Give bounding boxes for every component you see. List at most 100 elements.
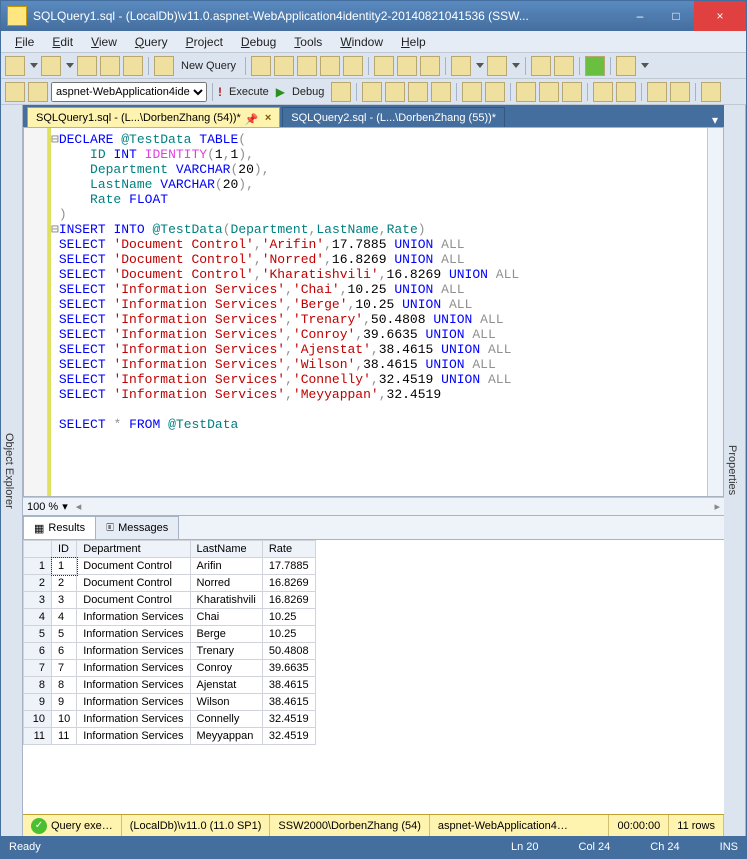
row-number[interactable]: 1 bbox=[24, 558, 52, 575]
table-row[interactable]: 66Information ServicesTrenary50.4808 bbox=[24, 643, 316, 660]
table-row[interactable]: 88Information ServicesAjenstat38.4615 bbox=[24, 677, 316, 694]
fold-icon[interactable]: ⊟ bbox=[51, 132, 59, 147]
save-all-icon[interactable] bbox=[123, 56, 143, 76]
redo-icon[interactable] bbox=[487, 56, 507, 76]
cell[interactable]: 6 bbox=[52, 643, 77, 660]
menu-tools[interactable]: Tools bbox=[286, 33, 330, 51]
cell[interactable]: Meyyappan bbox=[190, 728, 262, 745]
save-icon[interactable] bbox=[100, 56, 120, 76]
menu-file[interactable]: File bbox=[7, 33, 42, 51]
cell[interactable]: 5 bbox=[52, 626, 77, 643]
tab-close-icon[interactable]: × bbox=[265, 112, 271, 124]
cell[interactable]: 8 bbox=[52, 677, 77, 694]
cell[interactable]: 16.8269 bbox=[262, 592, 315, 609]
pin-icon[interactable]: 📌 bbox=[245, 113, 255, 123]
minimize-button[interactable]: – bbox=[622, 1, 658, 31]
indent-icon[interactable] bbox=[647, 82, 667, 102]
cell[interactable]: 39.6635 bbox=[262, 660, 315, 677]
cell[interactable]: Document Control bbox=[77, 558, 190, 575]
cell[interactable]: Information Services bbox=[77, 660, 190, 677]
row-number[interactable]: 11 bbox=[24, 728, 52, 745]
cell[interactable]: 10 bbox=[52, 711, 77, 728]
change-connection-icon[interactable] bbox=[28, 82, 48, 102]
cell[interactable]: 50.4808 bbox=[262, 643, 315, 660]
table-row[interactable]: 1010Information ServicesConnelly32.4519 bbox=[24, 711, 316, 728]
nav-back-icon[interactable] bbox=[531, 56, 551, 76]
cell[interactable]: 38.4615 bbox=[262, 694, 315, 711]
cell[interactable]: Arifin bbox=[190, 558, 262, 575]
cell[interactable]: Kharatishvili bbox=[190, 592, 262, 609]
cell[interactable]: 16.8269 bbox=[262, 575, 315, 592]
cell[interactable]: Conroy bbox=[190, 660, 262, 677]
parse-icon[interactable] bbox=[362, 82, 382, 102]
cell[interactable]: 10.25 bbox=[262, 609, 315, 626]
cell[interactable]: Connelly bbox=[190, 711, 262, 728]
cell[interactable]: 32.4519 bbox=[262, 711, 315, 728]
table-row[interactable]: 55Information ServicesBerge10.25 bbox=[24, 626, 316, 643]
row-number[interactable]: 10 bbox=[24, 711, 52, 728]
results-grid-icon[interactable] bbox=[539, 82, 559, 102]
row-number[interactable]: 3 bbox=[24, 592, 52, 609]
cell[interactable]: Document Control bbox=[77, 592, 190, 609]
paste-icon[interactable] bbox=[420, 56, 440, 76]
menu-window[interactable]: Window bbox=[332, 33, 391, 51]
cell[interactable]: Norred bbox=[190, 575, 262, 592]
execute-button[interactable]: Execute bbox=[225, 86, 273, 98]
menu-view[interactable]: View bbox=[83, 33, 125, 51]
menu-query[interactable]: Query bbox=[127, 33, 176, 51]
column-header-department[interactable]: Department bbox=[77, 541, 190, 558]
document-tab-0[interactable]: SQLQuery1.sql - (L...\DorbenZhang (54))*… bbox=[27, 107, 280, 127]
cell[interactable]: 7 bbox=[52, 660, 77, 677]
code-editor[interactable]: ⊟DECLARE @TestData TABLE( ID INT IDENTIT… bbox=[48, 128, 707, 496]
dmx-query-icon[interactable] bbox=[320, 56, 340, 76]
row-number[interactable]: 4 bbox=[24, 609, 52, 626]
new-project-icon[interactable] bbox=[5, 56, 25, 76]
document-tab-1[interactable]: SQLQuery2.sql - (L...\DorbenZhang (55))* bbox=[282, 107, 505, 127]
results-grid[interactable]: IDDepartmentLastNameRate11Document Contr… bbox=[23, 540, 316, 745]
row-number[interactable]: 6 bbox=[24, 643, 52, 660]
analysis-query-icon[interactable] bbox=[274, 56, 294, 76]
fold-icon[interactable]: ⊟ bbox=[51, 222, 59, 237]
row-number[interactable]: 9 bbox=[24, 694, 52, 711]
new-query-icon[interactable] bbox=[154, 56, 174, 76]
results-text-icon[interactable] bbox=[516, 82, 536, 102]
cell[interactable]: Information Services bbox=[77, 694, 190, 711]
cell[interactable]: Information Services bbox=[77, 728, 190, 745]
cell[interactable]: 1 bbox=[52, 558, 77, 575]
cell[interactable]: Document Control bbox=[77, 575, 190, 592]
cell[interactable]: Information Services bbox=[77, 626, 190, 643]
table-row[interactable]: 1111Information ServicesMeyyappan32.4519 bbox=[24, 728, 316, 745]
row-header-corner[interactable] bbox=[24, 541, 52, 558]
code-gutter[interactable] bbox=[24, 128, 48, 496]
row-number[interactable]: 5 bbox=[24, 626, 52, 643]
cell[interactable]: Chai bbox=[190, 609, 262, 626]
find-icon[interactable] bbox=[616, 56, 636, 76]
run-icon[interactable] bbox=[585, 56, 605, 76]
table-row[interactable]: 99Information ServicesWilson38.4615 bbox=[24, 694, 316, 711]
client-stats-icon[interactable] bbox=[485, 82, 505, 102]
cell[interactable]: 17.7885 bbox=[262, 558, 315, 575]
cell[interactable]: Wilson bbox=[190, 694, 262, 711]
comment-icon[interactable] bbox=[593, 82, 613, 102]
row-number[interactable]: 7 bbox=[24, 660, 52, 677]
intellisense-icon[interactable] bbox=[431, 82, 451, 102]
zoom-level[interactable]: 100 % bbox=[27, 501, 58, 513]
close-button[interactable]: × bbox=[694, 1, 746, 31]
results-file-icon[interactable] bbox=[562, 82, 582, 102]
query-options-icon[interactable] bbox=[408, 82, 428, 102]
cell[interactable]: Berge bbox=[190, 626, 262, 643]
results-tab[interactable]: ▦ Results bbox=[23, 516, 96, 539]
row-number[interactable]: 8 bbox=[24, 677, 52, 694]
cell[interactable]: Information Services bbox=[77, 609, 190, 626]
cell[interactable]: 3 bbox=[52, 592, 77, 609]
nav-fwd-icon[interactable] bbox=[554, 56, 574, 76]
cell[interactable]: 11 bbox=[52, 728, 77, 745]
cut-icon[interactable] bbox=[374, 56, 394, 76]
editor-scrollbar[interactable] bbox=[707, 128, 723, 496]
window-titlebar[interactable]: SQLQuery1.sql - (LocalDb)\v11.0.aspnet-W… bbox=[1, 1, 746, 31]
column-header-lastname[interactable]: LastName bbox=[190, 541, 262, 558]
cell[interactable]: 38.4615 bbox=[262, 677, 315, 694]
menu-help[interactable]: Help bbox=[393, 33, 434, 51]
cell[interactable]: 9 bbox=[52, 694, 77, 711]
new-query-label[interactable]: New Query bbox=[177, 60, 240, 72]
